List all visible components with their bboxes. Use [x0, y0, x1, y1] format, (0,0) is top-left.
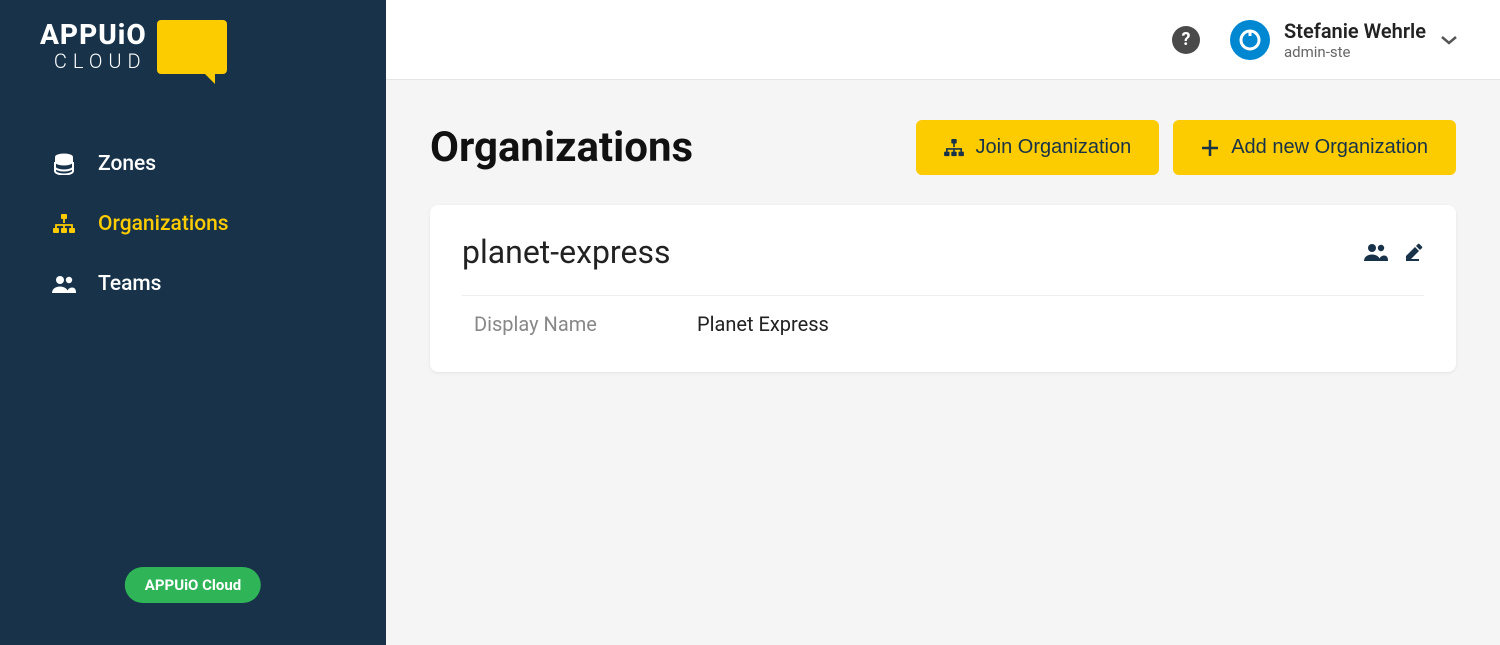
plus-icon — [1201, 139, 1219, 157]
button-label: Join Organization — [976, 136, 1132, 159]
edit-icon[interactable] — [1404, 242, 1424, 262]
sitemap-icon — [944, 139, 964, 157]
brand-name-top: APPUiO — [40, 21, 147, 49]
button-label: Add new Organization — [1231, 136, 1428, 159]
add-organization-button[interactable]: Add new Organization — [1173, 120, 1456, 175]
user-menu[interactable]: Stefanie Wehrle admin-ste — [1230, 19, 1458, 61]
brand-logo[interactable]: APPUiO CLOUD — [0, 0, 386, 104]
content-header: Organizations Join Organization Add new … — [430, 120, 1456, 175]
organization-card: planet-express Display Name Planet Expre… — [430, 205, 1456, 372]
appuio-cloud-badge[interactable]: APPUiO Cloud — [125, 567, 261, 603]
organization-name: planet-express — [462, 233, 670, 271]
users-icon — [52, 272, 76, 296]
members-icon[interactable] — [1364, 242, 1388, 262]
page-title: Organizations — [430, 123, 693, 172]
card-header: planet-express — [462, 233, 1424, 295]
sidebar-nav: Zones Organizations Teams — [0, 104, 386, 314]
content: Organizations Join Organization Add new … — [386, 80, 1500, 412]
main: ? Stefanie Wehrle admin-ste Organization… — [386, 0, 1500, 645]
field-value: Planet Express — [697, 312, 829, 336]
field-label: Display Name — [462, 312, 697, 336]
join-organization-button[interactable]: Join Organization — [916, 120, 1160, 175]
chevron-down-icon — [1440, 35, 1458, 45]
user-handle: admin-ste — [1284, 43, 1426, 61]
sidebar-item-label: Zones — [98, 152, 156, 176]
sidebar-item-label: Organizations — [98, 212, 229, 236]
page-actions: Join Organization Add new Organization — [916, 120, 1456, 175]
sidebar-item-organizations[interactable]: Organizations — [0, 194, 386, 254]
sidebar: APPUiO CLOUD Zones Organizations Teams A… — [0, 0, 386, 645]
display-name-row: Display Name Planet Express — [462, 295, 1424, 352]
topbar: ? Stefanie Wehrle admin-ste — [386, 0, 1500, 80]
card-actions — [1364, 242, 1424, 262]
sidebar-item-zones[interactable]: Zones — [0, 134, 386, 194]
sitemap-icon — [52, 212, 76, 236]
avatar — [1230, 20, 1270, 60]
sidebar-item-teams[interactable]: Teams — [0, 254, 386, 314]
user-name: Stefanie Wehrle — [1284, 19, 1426, 43]
help-icon[interactable]: ? — [1172, 26, 1200, 54]
speech-bubble-icon — [157, 20, 227, 74]
sidebar-item-label: Teams — [98, 272, 162, 296]
database-icon — [52, 152, 76, 176]
brand-name-bottom: CLOUD — [54, 49, 147, 73]
